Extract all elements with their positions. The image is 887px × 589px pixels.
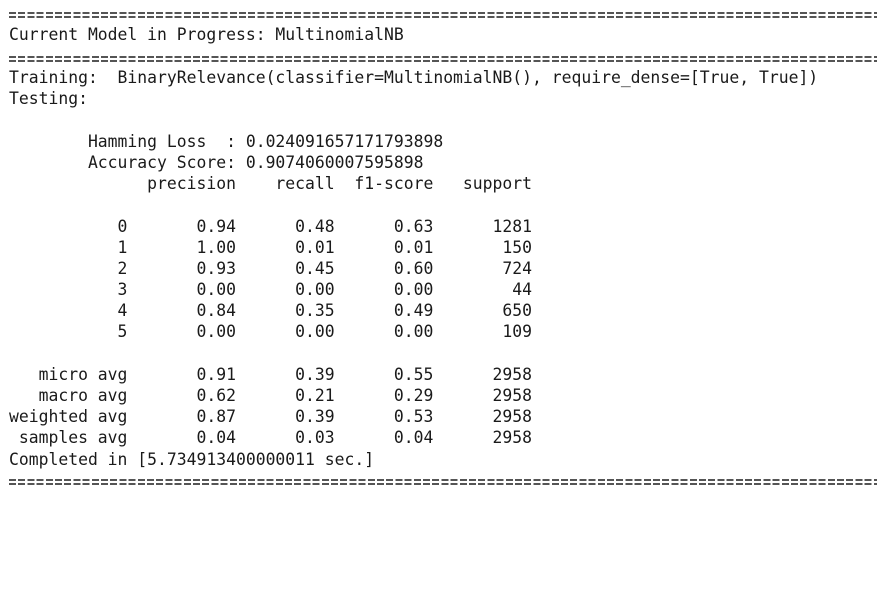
- completed-line: Completed in [5.734913400000011 sec.]: [9, 450, 375, 469]
- report-average-row: micro avg 0.91 0.39 0.55 2958: [9, 365, 533, 384]
- accuracy-score-line: Accuracy Score: 0.9074060007595898: [9, 153, 424, 172]
- testing-line: Testing:: [9, 89, 88, 108]
- report-row: 2 0.93 0.45 0.60 724: [9, 259, 533, 278]
- training-line: Training: BinaryRelevance(classifier=Mul…: [9, 68, 819, 87]
- report-header: precision recall f1-score support: [9, 174, 533, 193]
- console-output: Current Model in Progress: MultinomialNB…: [0, 0, 887, 498]
- report-row: 0 0.94 0.48 0.63 1281: [9, 217, 533, 236]
- hamming-loss-line: Hamming Loss : 0.024091657171793898: [9, 132, 444, 151]
- separator-rule: [9, 11, 877, 19]
- report-average-row: samples avg 0.04 0.03 0.04 2958: [9, 428, 533, 447]
- report-average-row: macro avg 0.62 0.21 0.29 2958: [9, 386, 533, 405]
- current-model-line: Current Model in Progress: MultinomialNB: [9, 25, 404, 44]
- separator-rule: [9, 478, 877, 486]
- report-row: 1 1.00 0.01 0.01 150: [9, 238, 533, 257]
- separator-rule: [9, 55, 877, 63]
- report-average-row: weighted avg 0.87 0.39 0.53 2958: [9, 407, 533, 426]
- report-row: 5 0.00 0.00 0.00 109: [9, 322, 533, 341]
- report-row: 3 0.00 0.00 0.00 44: [9, 280, 533, 299]
- report-row: 4 0.84 0.35 0.49 650: [9, 301, 533, 320]
